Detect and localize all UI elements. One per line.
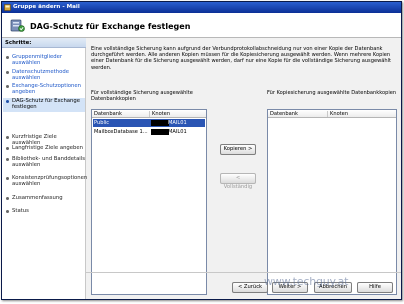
redaction-mark: [151, 120, 169, 126]
step-bullet-icon: [6, 56, 9, 59]
step-bullet-icon: [6, 210, 9, 213]
step-bullet-icon: [6, 136, 9, 139]
wizard-window: Gruppe ändern - Mail DAG-Schutz für Exch…: [1, 1, 402, 300]
row-node: MAIL01: [168, 129, 187, 135]
step-label: Status: [12, 208, 29, 214]
step-bullet-icon: [6, 147, 9, 150]
steps-heading-bar: Schritte:: [2, 38, 86, 48]
app-icon: [4, 4, 11, 11]
back-button[interactable]: < Zurück: [232, 282, 268, 293]
footer-divider: [86, 272, 401, 273]
column-header-knoten[interactable]: Knoten: [152, 111, 170, 117]
step-dag-schutz[interactable]: DAG-Schutz für Exchange festlegen: [3, 98, 85, 112]
step-bullet-icon: [6, 71, 9, 74]
step-exchange-schutzoptionen[interactable]: Exchange-Schutzoptionen angeben: [5, 83, 85, 95]
full-backup-button: < Vollständig: [220, 173, 256, 190]
full-backup-label: Für vollständige Sicherung ausgewählte D…: [91, 90, 193, 102]
watermark: www.techguy.at: [264, 275, 349, 288]
step-label: Exchange-Schutzoptionen angeben: [12, 83, 82, 95]
column-separator: [149, 111, 150, 117]
row-node: MAIL01: [168, 120, 187, 126]
server-protection-icon: [10, 19, 25, 32]
step-bullet-icon: [6, 85, 9, 88]
wizard-header: DAG-Schutz für Exchange festlegen: [2, 13, 401, 38]
column-header-datenbank[interactable]: Datenbank: [94, 111, 122, 117]
column-header-knoten[interactable]: Knoten: [330, 111, 348, 117]
step-bullet-icon: [6, 177, 9, 180]
step-label: Langfristige Ziele angeben: [12, 145, 84, 151]
main-panel: Eine vollständige Sicherung kann aufgrun…: [87, 38, 401, 299]
step-langfristige-ziele: Langfristige Ziele angeben: [5, 145, 85, 151]
step-label: DAG-Schutz für Exchange festlegen: [12, 98, 81, 110]
step-bullet-icon: [6, 197, 9, 200]
copy-button[interactable]: Kopieren >: [220, 144, 256, 155]
row-database: Public: [94, 120, 110, 126]
copy-backup-list[interactable]: Datenbank Knoten: [267, 109, 397, 295]
column-separator: [327, 111, 328, 117]
help-button[interactable]: Hilfe: [357, 282, 393, 293]
step-label: Bibliothek- und Banddetails auswählen: [12, 156, 86, 168]
step-konsistenzpruefung: Konsistenzprüfungsoptionen auswählen: [5, 175, 88, 187]
step-bullet-icon: [6, 100, 9, 103]
column-header-datenbank[interactable]: Datenbank: [270, 111, 298, 117]
description-text: Eine vollständige Sicherung kann aufgrun…: [91, 46, 392, 71]
page-title: DAG-Schutz für Exchange festlegen: [30, 22, 191, 31]
redaction-mark: [151, 129, 169, 135]
list-header: Datenbank Knoten: [92, 110, 206, 118]
step-gruppenmitglieder[interactable]: Gruppenmitglieder auswählen: [5, 54, 85, 66]
steps-heading: Schritte:: [5, 40, 32, 46]
step-status: Status: [5, 208, 85, 214]
window-title: Gruppe ändern - Mail: [13, 4, 80, 10]
table-row[interactable]: MailboxDatabase 1... MAIL01: [93, 128, 205, 136]
step-label: Gruppenmitglieder auswählen: [12, 54, 63, 66]
step-label: Zusammenfassung: [12, 195, 63, 201]
step-bibliothek: Bibliothek- und Banddetails auswählen: [5, 156, 85, 168]
step-zusammenfassung: Zusammenfassung: [5, 195, 85, 201]
copy-backup-label: Für Kopiesicherung ausgewählte Datenbank…: [267, 90, 397, 96]
table-row[interactable]: Public MAIL01: [93, 119, 205, 127]
list-header: Datenbank Knoten: [268, 110, 396, 118]
step-label: Datenschutzmethode auswählen: [12, 69, 69, 81]
step-bullet-icon: [6, 158, 9, 161]
row-database: MailboxDatabase 1...: [94, 129, 148, 135]
step-label: Konsistenzprüfungsoptionen auswählen: [12, 175, 88, 187]
step-datenschutzmethode[interactable]: Datenschutzmethode auswählen: [5, 69, 85, 81]
full-backup-list[interactable]: Datenbank Knoten Public MAIL01 MailboxDa…: [91, 109, 207, 295]
title-bar[interactable]: Gruppe ändern - Mail: [2, 2, 401, 13]
steps-panel: Schritte: Gruppenmitglieder auswählen Da…: [2, 38, 88, 299]
